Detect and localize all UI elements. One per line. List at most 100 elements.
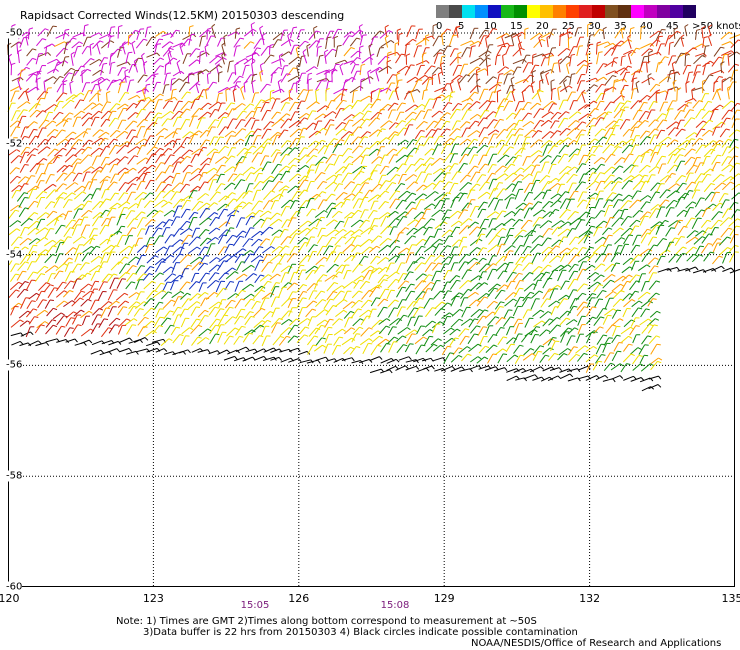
wind-barb [702,62,710,76]
wind-barb [28,316,39,325]
wind-barb [504,298,517,307]
wind-barb [181,91,191,100]
wind-barb [225,271,239,280]
wind-barb [351,70,361,83]
wind-barb [376,47,384,58]
wind-barb [180,100,193,111]
wind-barb [271,111,282,120]
wind-barb [119,41,132,49]
wind-barb [657,238,667,246]
wind-barb [360,209,369,219]
wind-barb [55,47,68,57]
wind-barb [91,340,105,346]
wind-barb [360,95,373,102]
wind-barb [524,27,529,40]
wind-barb [80,272,92,281]
wind-barb [469,113,481,121]
wind-barb [17,66,31,76]
wind-barb [487,353,497,364]
wind-barb [162,175,174,184]
wind-barb [576,333,584,343]
wind-barb [334,44,342,58]
wind-barb [342,119,354,131]
wind-barb [299,220,312,228]
wind-barb [278,129,289,139]
wind-barb [117,25,123,39]
wind-barb [80,154,93,164]
wind-barb [155,171,166,181]
wind-barb [593,157,606,165]
wind-barb [467,165,479,175]
wind-barb [259,83,271,93]
wind-barb [270,296,280,308]
lon-tick-label: 126 [288,592,310,605]
wind-barb [558,58,563,73]
wind-barb [395,111,405,121]
wind-barb [325,251,337,262]
wind-barb [521,136,531,147]
wind-barb [151,227,163,237]
wind-barb [196,337,210,345]
wind-barb [37,146,51,155]
wind-barb [398,356,412,361]
wind-barb [170,191,181,201]
wind-barb [431,110,443,118]
wind-barb [97,89,102,102]
wind-barb [82,171,91,182]
wind-barb [404,207,417,217]
wind-barb [317,54,324,67]
wind-barb [548,255,561,264]
wind-barb [270,286,280,298]
wind-barb [162,100,173,109]
wind-barb [397,32,403,46]
wind-barb [180,335,190,346]
wind-barb [458,225,472,235]
wind-barb [568,263,579,273]
wind-barb [385,262,395,273]
wind-barb [522,156,531,167]
wind-barb [191,200,204,211]
wind-barb [613,157,626,166]
wind-barb [269,236,280,246]
wind-barb [171,262,181,273]
wind-barb [350,209,362,219]
wind-barb [486,211,499,219]
wind-barb [389,239,400,248]
wind-barb [638,344,649,355]
wind-barb [233,201,247,210]
wind-barb [324,163,334,172]
wind-barb [376,146,385,156]
wind-barb [467,291,479,298]
wind-barb [90,299,100,311]
wind-barb [655,29,666,40]
wind-barb [182,53,192,64]
wind-barb [108,117,119,127]
wind-barb [107,348,120,353]
wind-barb [437,71,443,85]
wind-barb [703,183,715,193]
wind-barb [533,209,546,217]
wind-barb [351,99,362,110]
wind-barb [547,103,557,112]
wind-barb [126,227,137,236]
wind-barb [380,120,393,128]
wind-barb [143,135,155,147]
wind-barb [469,84,481,93]
wind-barb [91,155,101,166]
wind-barb [439,216,451,227]
wind-barb [433,290,445,299]
wind-barb [523,191,534,202]
wind-barb [631,300,643,308]
wind-barb [720,227,733,238]
wind-barb [719,128,730,138]
wind-barb [315,256,328,266]
wind-barb [450,143,459,155]
wind-barb [367,210,378,219]
wind-barb [683,117,696,128]
wind-barb [596,290,607,299]
wind-barb [684,207,694,218]
wind-barb [548,352,559,361]
wind-barb [343,270,352,280]
wind-barb [467,101,481,110]
wind-barb [146,255,159,264]
